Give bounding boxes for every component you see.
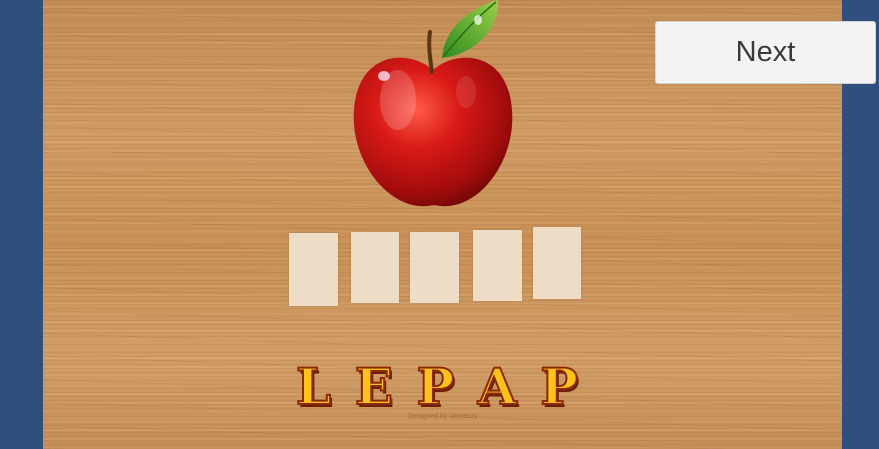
letter-tile-p[interactable]: P	[416, 361, 456, 413]
answer-slot-5[interactable]	[533, 227, 581, 299]
letter-tile-p-2[interactable]: P	[539, 361, 579, 413]
apple-image	[353, 0, 513, 207]
answer-slot-2[interactable]	[351, 232, 399, 303]
vecteezy-watermark: Designed by Vecteezy	[408, 413, 478, 420]
answer-slot-1[interactable]	[289, 233, 338, 306]
letter-tile-e[interactable]: E	[354, 361, 394, 413]
answer-slot-4[interactable]	[473, 230, 522, 301]
answer-slot-3[interactable]	[410, 232, 459, 303]
letter-tiles: L E P A P	[295, 358, 579, 416]
letter-tile-a[interactable]: A	[477, 361, 518, 413]
next-button[interactable]: Next	[655, 21, 876, 84]
letter-tile-l[interactable]: L	[295, 361, 332, 413]
